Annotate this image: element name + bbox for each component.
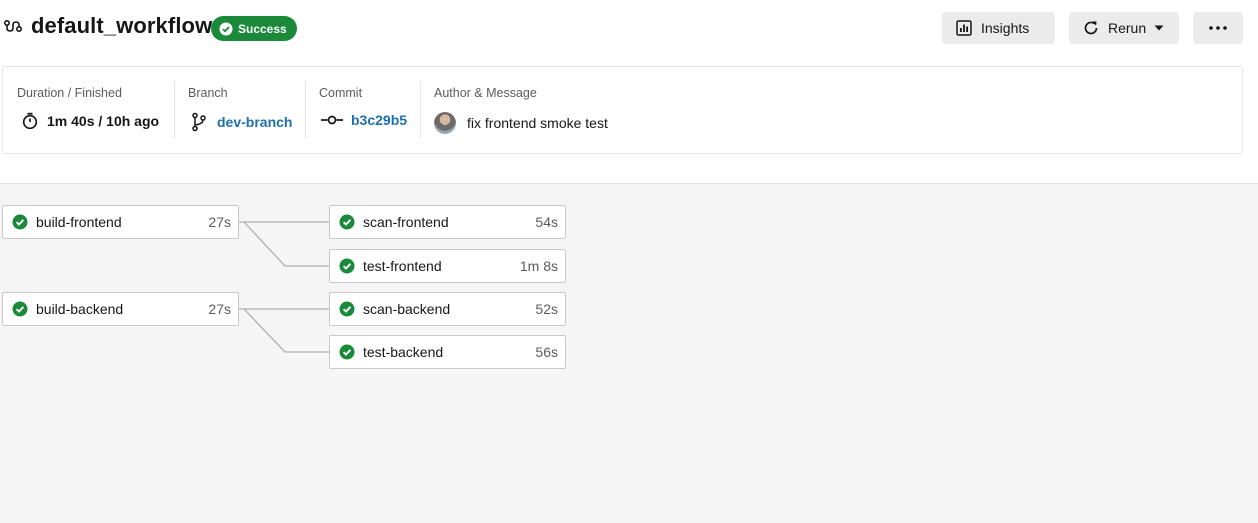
commit-message: fix frontend smoke test bbox=[467, 115, 608, 131]
commit-value-row: b3c29b5 bbox=[319, 112, 407, 128]
check-circle-icon bbox=[339, 301, 355, 317]
avatar bbox=[434, 112, 456, 134]
job-duration: 1m 8s bbox=[519, 258, 558, 274]
job-build-frontend[interactable]: build-frontend 27s bbox=[2, 205, 239, 239]
job-name: build-backend bbox=[36, 301, 124, 317]
more-dots-icon bbox=[1209, 26, 1227, 30]
divider bbox=[174, 81, 175, 139]
commit-icon bbox=[321, 115, 343, 125]
commit-label: Commit bbox=[319, 86, 363, 100]
check-circle-icon bbox=[12, 214, 28, 230]
branch-link[interactable]: dev-branch bbox=[217, 114, 292, 130]
check-circle-icon bbox=[219, 22, 233, 35]
connector-line bbox=[239, 308, 329, 353]
branch-value-row: dev-branch bbox=[188, 112, 292, 132]
check-circle-icon bbox=[339, 258, 355, 274]
job-duration: 52s bbox=[535, 301, 558, 317]
job-name: test-backend bbox=[363, 344, 444, 360]
workflow-icon bbox=[4, 20, 22, 32]
job-duration: 27s bbox=[208, 301, 231, 317]
duration-label: Duration / Finished bbox=[17, 86, 122, 100]
chart-icon bbox=[956, 20, 972, 36]
duration-value-row: 1m 40s / 10h ago bbox=[17, 112, 159, 130]
job-duration: 54s bbox=[535, 214, 558, 230]
check-circle-icon bbox=[339, 344, 355, 360]
workflow-header: default_workflow Success Insights Rerun bbox=[0, 0, 1258, 60]
job-scan-frontend[interactable]: scan-frontend 54s bbox=[329, 205, 566, 239]
branch-icon bbox=[192, 112, 206, 132]
branch-label: Branch bbox=[188, 86, 228, 100]
author-value-row: fix frontend smoke test bbox=[434, 112, 608, 134]
job-build-backend[interactable]: build-backend 27s bbox=[2, 292, 239, 326]
job-scan-backend[interactable]: scan-backend 52s bbox=[329, 292, 566, 326]
status-badge-label: Success bbox=[238, 21, 287, 36]
pipeline-info-panel: Duration / Finished 1m 40s / 10h ago Bra… bbox=[2, 66, 1243, 154]
divider bbox=[305, 81, 306, 139]
check-circle-icon bbox=[339, 214, 355, 230]
rerun-icon bbox=[1084, 21, 1098, 35]
duration-value: 1m 40s / 10h ago bbox=[47, 113, 160, 129]
job-name: build-frontend bbox=[36, 214, 122, 230]
job-duration: 56s bbox=[535, 344, 558, 360]
job-duration: 27s bbox=[208, 214, 231, 230]
page-title: default_workflow bbox=[31, 13, 213, 38]
commit-link[interactable]: b3c29b5 bbox=[351, 112, 407, 128]
stopwatch-icon bbox=[22, 112, 38, 130]
job-name: scan-backend bbox=[363, 301, 451, 317]
status-badge: Success bbox=[211, 16, 297, 41]
author-label: Author & Message bbox=[434, 86, 537, 100]
rerun-button[interactable]: Rerun bbox=[1069, 12, 1179, 44]
connector-line bbox=[239, 221, 329, 267]
chevron-down-icon bbox=[1154, 25, 1164, 31]
insights-button[interactable]: Insights bbox=[942, 12, 1055, 44]
rerun-label: Rerun bbox=[1108, 20, 1147, 36]
job-name: test-frontend bbox=[363, 258, 442, 274]
job-test-frontend[interactable]: test-frontend 1m 8s bbox=[329, 249, 566, 283]
workflow-graph: build-frontend 27s scan-frontend 54s tes… bbox=[0, 183, 1258, 523]
job-name: scan-frontend bbox=[363, 214, 449, 230]
divider bbox=[420, 81, 421, 139]
check-circle-icon bbox=[12, 301, 28, 317]
job-test-backend[interactable]: test-backend 56s bbox=[329, 335, 566, 369]
more-options-button[interactable] bbox=[1193, 12, 1243, 44]
insights-label: Insights bbox=[981, 20, 1030, 36]
